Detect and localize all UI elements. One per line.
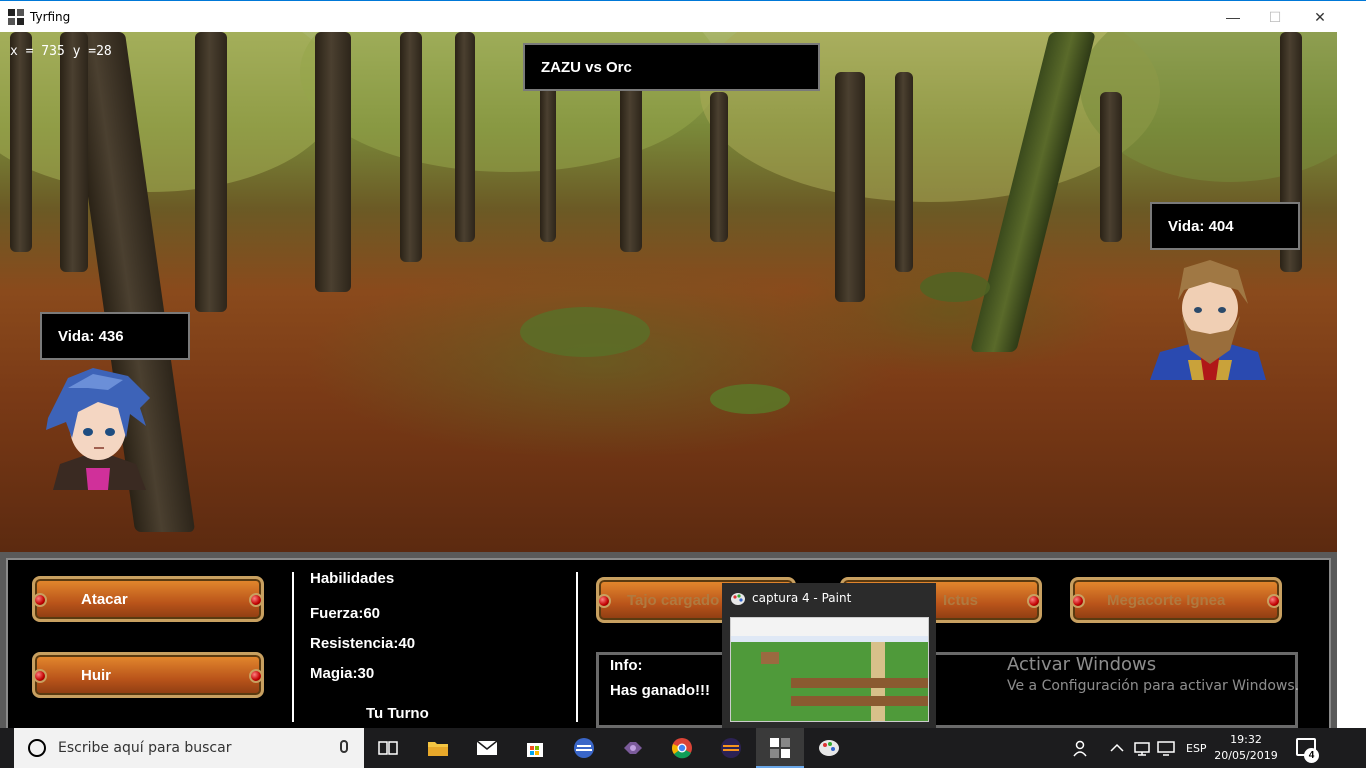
search-placeholder: Escribe aquí para buscar	[58, 740, 232, 756]
display-icon[interactable]	[1154, 736, 1178, 760]
microphone-icon[interactable]	[340, 740, 348, 753]
window-title: Tyrfing	[30, 9, 71, 24]
language-indicator[interactable]: ESP	[1186, 728, 1207, 768]
enemy-hp-text: Vida: 404	[1168, 217, 1234, 235]
paint-thumbnail	[730, 617, 929, 722]
matchup-text: ZAZU vs Orc	[541, 58, 632, 76]
info-label: Info:	[610, 657, 643, 674]
skills-title: Habilidades	[310, 570, 395, 587]
chevron-up-icon[interactable]	[1105, 736, 1129, 760]
maximize-button[interactable]: ☐	[1252, 1, 1298, 33]
enemy-portrait	[1150, 260, 1266, 380]
search-box[interactable]: Escribe aquí para buscar	[14, 728, 364, 768]
left-gem-icon	[597, 594, 611, 608]
resistance-stat: Resistencia:40	[310, 635, 416, 652]
paint-preview-title: captura 4 - Paint	[752, 591, 852, 605]
player-portrait	[46, 368, 150, 490]
skill-2-label: Ictus	[943, 591, 979, 609]
window-edge	[1337, 32, 1366, 728]
eclipse-icon[interactable]	[719, 736, 743, 760]
attack-label: Atacar	[81, 590, 128, 608]
app-icon	[8, 8, 24, 25]
file-explorer-icon[interactable]	[426, 736, 450, 760]
right-gem-icon	[249, 669, 263, 683]
activation-watermark-text: Ve a Configuración para activar Windows.	[1007, 678, 1300, 694]
paint-taskbar-icon[interactable]	[817, 736, 841, 760]
people-icon[interactable]	[1070, 736, 1094, 760]
enemy-hp-box: Vida: 404	[1150, 202, 1300, 250]
matchup-banner: ZAZU vs Orc	[523, 43, 820, 91]
paint-preview-popup[interactable]: captura 4 - Paint	[722, 583, 936, 728]
mail-icon[interactable]	[475, 736, 499, 760]
clock-date: 20/05/2019	[1214, 749, 1278, 762]
turn-indicator: Tu Turno	[366, 705, 429, 722]
flee-button[interactable]: Huir	[32, 652, 264, 698]
tyrfing-app-icon[interactable]	[768, 736, 792, 760]
task-view-icon[interactable]	[376, 736, 400, 760]
minimize-button[interactable]: —	[1210, 1, 1256, 33]
game-app-icon[interactable]	[621, 736, 645, 760]
paint-icon	[731, 593, 745, 605]
player-hp-box: Vida: 436	[40, 312, 190, 360]
clock-time: 19:32	[1230, 733, 1262, 746]
left-gem-icon	[33, 669, 47, 683]
right-gem-icon	[1267, 594, 1281, 608]
taskbar: Escribe aquí para buscar ESP 19:32 20/05…	[0, 728, 1366, 768]
close-button[interactable]: ✕	[1297, 1, 1343, 33]
left-gem-icon	[33, 593, 47, 607]
right-gem-icon	[1027, 594, 1041, 608]
flee-label: Huir	[81, 666, 111, 684]
title-bar: Tyrfing — ☐ ✕	[0, 0, 1366, 32]
skill-3-label: Megacorte Ignea	[1107, 591, 1226, 609]
notification-badge: 4	[1304, 748, 1319, 763]
store-icon[interactable]	[523, 736, 547, 760]
battle-scene: x = 735 y =28 ZAZU vs Orc Vida: 404 Vida…	[0, 32, 1337, 552]
info-message: Has ganado!!!	[610, 682, 711, 699]
magic-stat: Magia:30	[310, 665, 375, 682]
skill-1-label: Tajo cargado	[627, 591, 720, 609]
divider	[576, 572, 578, 722]
right-gem-icon	[249, 593, 263, 607]
coordinate-readout: x = 735 y =28	[10, 44, 112, 59]
chrome-icon[interactable]	[670, 736, 694, 760]
clock[interactable]: 19:32 20/05/2019	[1214, 732, 1278, 764]
player-hp-text: Vida: 436	[58, 327, 124, 345]
network-app-icon[interactable]	[572, 736, 596, 760]
strength-stat: Fuerza:60	[310, 605, 381, 622]
cortana-icon	[28, 739, 46, 757]
left-gem-icon	[1071, 594, 1085, 608]
skill-button-3[interactable]: Megacorte Ignea	[1070, 577, 1282, 623]
activation-watermark-title: Activar Windows	[1007, 654, 1157, 675]
network-icon[interactable]	[1130, 736, 1154, 760]
attack-button[interactable]: Atacar	[32, 576, 264, 622]
divider	[292, 572, 294, 722]
